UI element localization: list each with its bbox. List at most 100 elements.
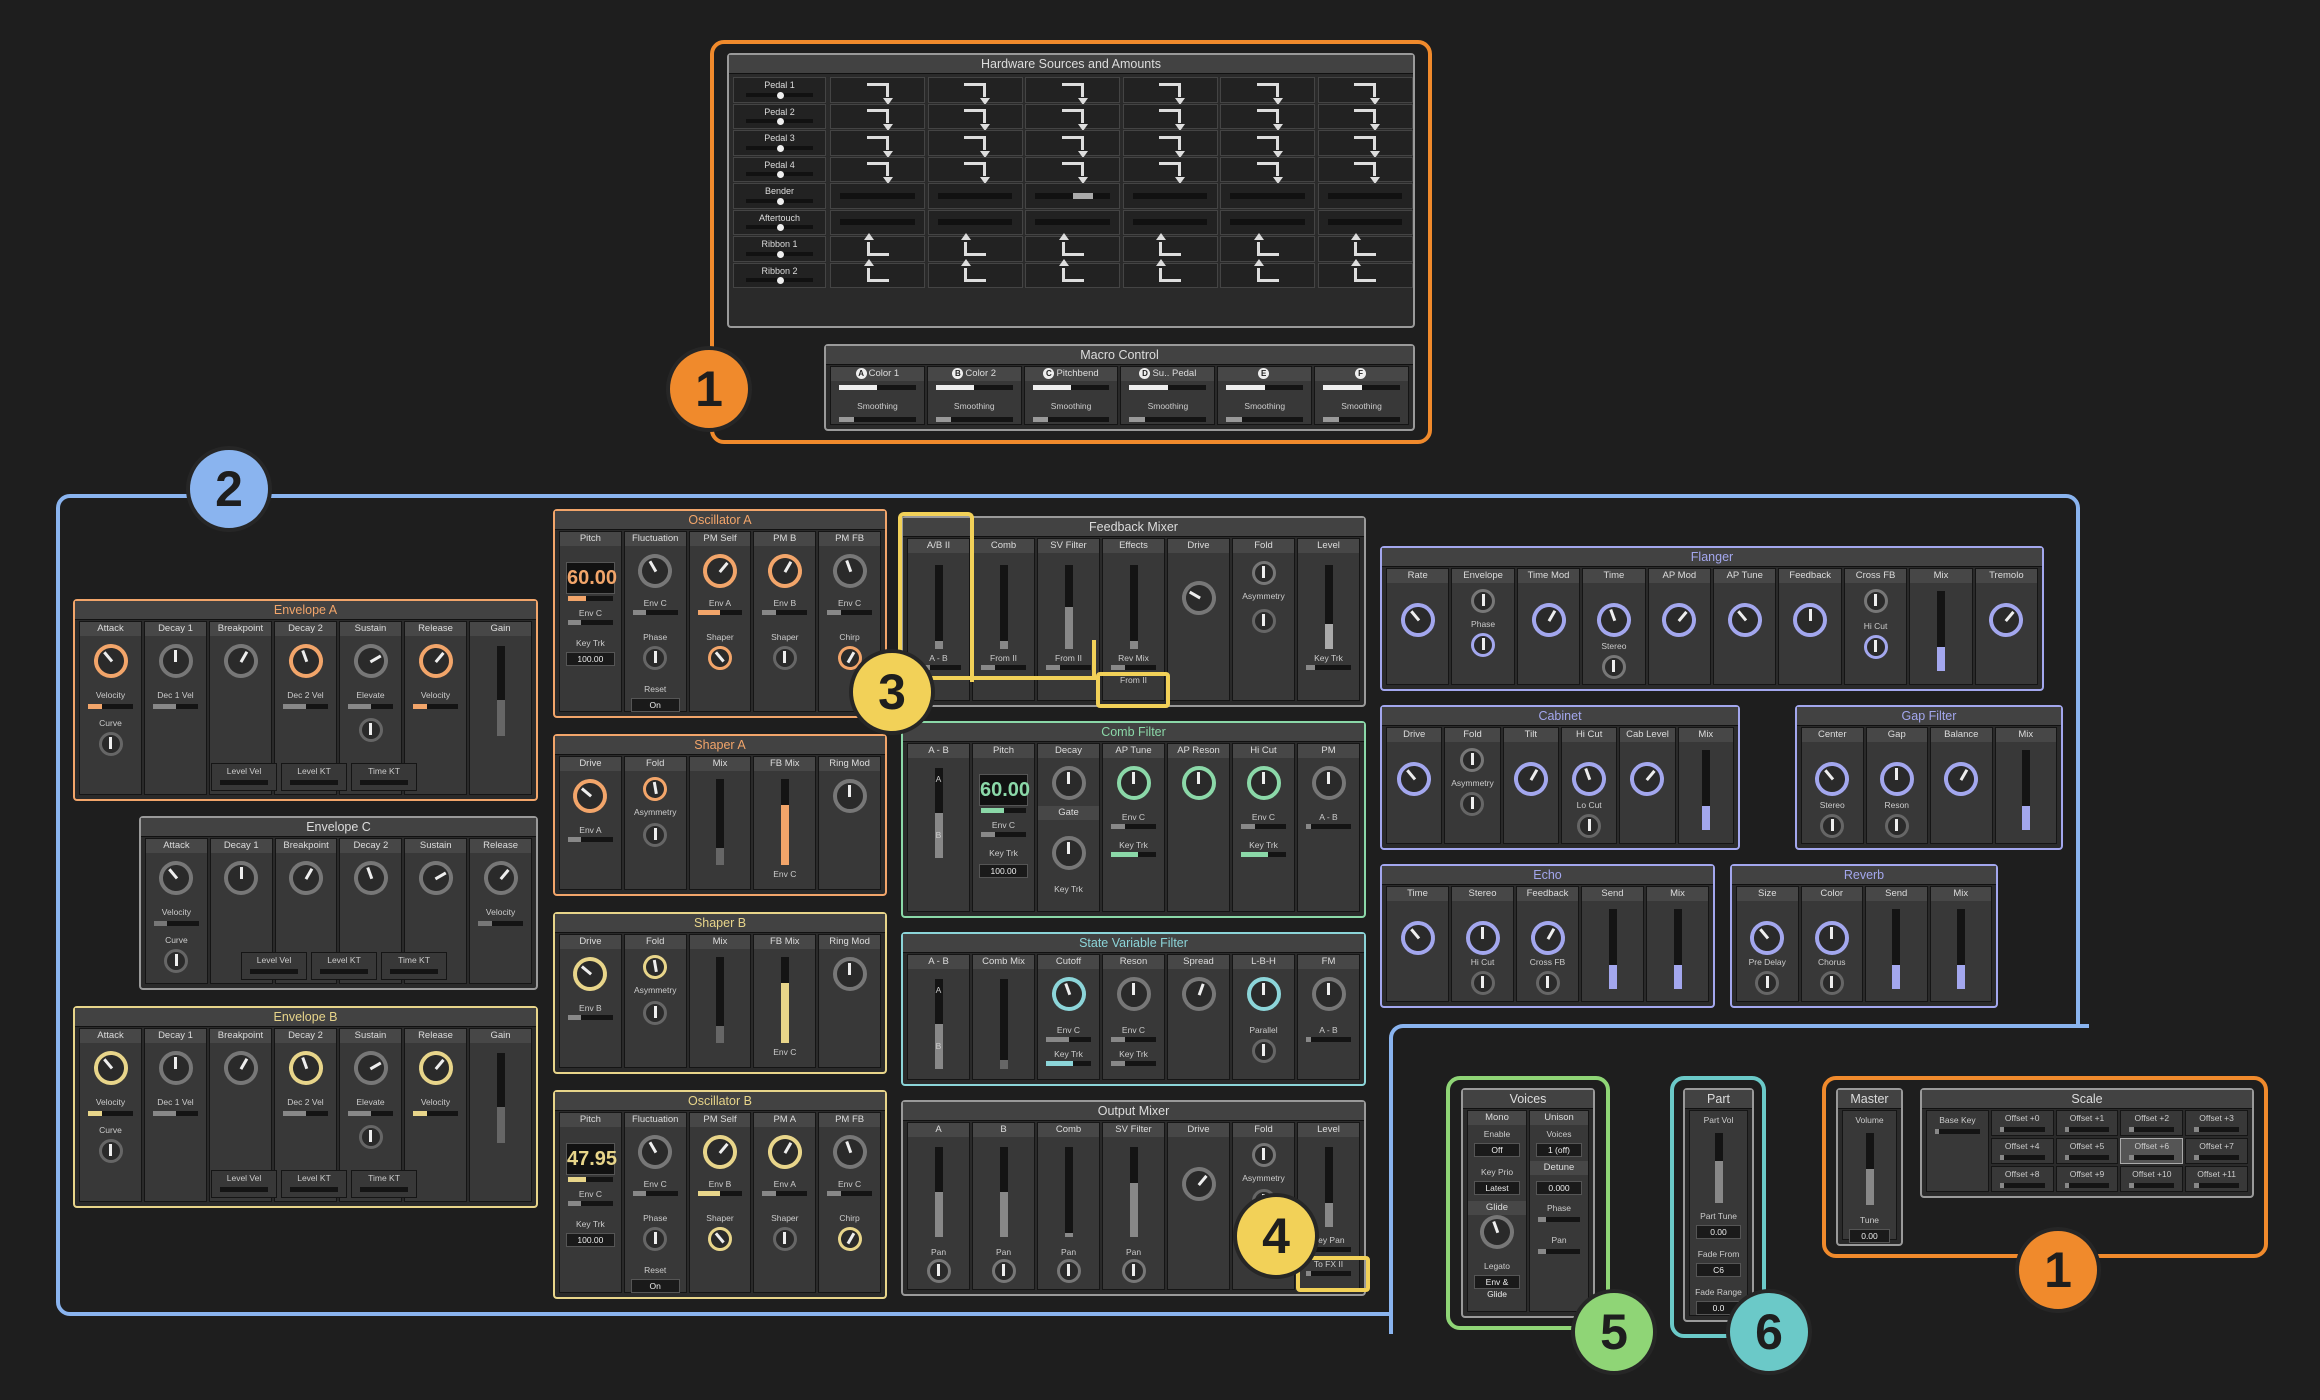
reset-value[interactable]: On bbox=[630, 1279, 680, 1293]
hw-amount-cell[interactable] bbox=[1025, 77, 1120, 105]
hw-source-ribbon-1[interactable]: Ribbon 1 bbox=[733, 236, 826, 262]
curve-knob[interactable] bbox=[98, 732, 123, 756]
pan-knob[interactable] bbox=[926, 1259, 951, 1283]
mix-fader[interactable] bbox=[715, 779, 724, 865]
pitch-readout[interactable]: 60.00 bbox=[979, 774, 1030, 806]
knob[interactable] bbox=[696, 547, 744, 595]
mix-fader[interactable] bbox=[1608, 909, 1617, 989]
hw-amount-cell[interactable] bbox=[1317, 130, 1413, 158]
offset-bar[interactable] bbox=[1999, 1127, 2045, 1132]
envelope-mod-level-vel[interactable]: Level Vel bbox=[241, 952, 307, 980]
asymmetry-knob[interactable] bbox=[643, 1001, 668, 1025]
scale-offset-4[interactable]: Offset +4 bbox=[1990, 1138, 2054, 1164]
hw-amount-cell[interactable] bbox=[927, 130, 1023, 158]
scale-offset-1[interactable]: Offset +1 bbox=[2055, 1110, 2119, 1136]
macro-d[interactable]: D Su.. Pedal Smoothing bbox=[1120, 366, 1216, 425]
hw-amount-cell[interactable] bbox=[927, 103, 1023, 132]
base-key-bar[interactable] bbox=[1935, 1129, 1980, 1134]
shaper-knob[interactable] bbox=[703, 1222, 737, 1256]
drive-knob[interactable] bbox=[1175, 574, 1222, 622]
hw-amount-cell[interactable] bbox=[1122, 259, 1218, 288]
small-knob[interactable] bbox=[1471, 589, 1496, 613]
modulation-amount[interactable] bbox=[348, 1111, 393, 1116]
knob[interactable] bbox=[1938, 755, 1985, 803]
pitch-bar[interactable] bbox=[981, 808, 1026, 813]
shaper-knob[interactable] bbox=[772, 646, 797, 670]
hw-source-pedal-3[interactable]: Pedal 3 bbox=[733, 130, 826, 156]
drive-knob[interactable] bbox=[566, 772, 615, 820]
knob[interactable] bbox=[1393, 914, 1442, 962]
knob[interactable] bbox=[1879, 762, 1914, 796]
envelope-mod-level-kt[interactable]: Level KT bbox=[311, 952, 377, 980]
hw-amount-cell[interactable] bbox=[1317, 259, 1413, 288]
modulation-amount[interactable] bbox=[283, 704, 328, 709]
pan-knob[interactable] bbox=[991, 1259, 1016, 1283]
fold-knob[interactable] bbox=[1251, 1143, 1276, 1167]
stereo-knob[interactable] bbox=[1820, 814, 1845, 838]
base-key[interactable]: Base Key bbox=[1926, 1110, 1989, 1192]
modulation-amount[interactable] bbox=[413, 704, 458, 709]
mix-fader[interactable] bbox=[2021, 750, 2030, 830]
hw-amount-cell[interactable] bbox=[1025, 209, 1120, 235]
comb-mix-fader[interactable] bbox=[999, 979, 1008, 1069]
knob[interactable] bbox=[1524, 914, 1571, 962]
knob[interactable] bbox=[1743, 914, 1792, 962]
hw-amount-cell[interactable] bbox=[1122, 77, 1218, 105]
key-trk-amount[interactable] bbox=[1306, 665, 1351, 670]
attack-knob[interactable] bbox=[86, 1044, 135, 1092]
smoothing-amount[interactable] bbox=[1226, 417, 1304, 422]
ring-mod-knob[interactable] bbox=[832, 957, 867, 991]
env-amount[interactable] bbox=[568, 837, 613, 842]
mix-fader[interactable] bbox=[1701, 750, 1710, 830]
env-c-amount[interactable] bbox=[1241, 824, 1286, 829]
hi-cut-knob[interactable] bbox=[1246, 766, 1281, 800]
phase-knob[interactable] bbox=[1471, 633, 1496, 657]
scale-offset-6[interactable]: Offset +6 bbox=[2120, 1138, 2184, 1164]
hw-source-pedal-4[interactable]: Pedal 4 bbox=[733, 156, 826, 182]
level-fader[interactable] bbox=[1324, 565, 1333, 649]
vertical-fader[interactable] bbox=[1064, 1147, 1073, 1237]
key-trk-value[interactable]: 100.00 bbox=[566, 1233, 615, 1247]
knob[interactable] bbox=[1808, 755, 1857, 803]
hw-amount-cell[interactable] bbox=[1317, 209, 1413, 235]
drive-knob[interactable] bbox=[566, 950, 615, 998]
macro-f[interactable]: F Smoothing bbox=[1314, 366, 1409, 425]
decay-2-knob[interactable] bbox=[349, 856, 393, 900]
pitch-bar[interactable] bbox=[568, 1177, 613, 1182]
vertical-fader[interactable] bbox=[934, 1147, 943, 1237]
sustain-knob[interactable] bbox=[412, 854, 459, 902]
hw-amount-cell[interactable] bbox=[830, 209, 925, 235]
macro-c[interactable]: C Pitchbend Smoothing bbox=[1023, 366, 1119, 425]
env-c-amount[interactable] bbox=[981, 832, 1026, 837]
vertical-fader[interactable] bbox=[999, 1147, 1008, 1237]
decay-knob[interactable] bbox=[1051, 766, 1086, 800]
gain-fader[interactable] bbox=[496, 646, 505, 736]
smoothing-amount[interactable] bbox=[1323, 417, 1400, 422]
hw-amount-cell[interactable] bbox=[830, 130, 925, 158]
mix-fader[interactable] bbox=[1956, 909, 1965, 989]
envelope-mod-level-vel[interactable]: Level Vel bbox=[211, 763, 277, 791]
spread-knob[interactable] bbox=[1176, 972, 1221, 1016]
knob[interactable] bbox=[1623, 755, 1672, 803]
hw-amount-cell[interactable] bbox=[1317, 77, 1413, 105]
voices-value[interactable]: 1 (off) bbox=[1536, 1143, 1582, 1157]
mix-fader[interactable] bbox=[1673, 909, 1682, 989]
smoothing-amount[interactable] bbox=[1129, 417, 1207, 422]
hw-amount-cell[interactable] bbox=[1122, 130, 1218, 158]
scale-offset-0[interactable]: Offset +0 bbox=[1990, 1110, 2054, 1136]
a-b-amount[interactable] bbox=[1306, 824, 1351, 829]
hw-amount-cell[interactable] bbox=[1220, 259, 1315, 288]
elevate-knob[interactable] bbox=[358, 718, 383, 742]
fold-knob[interactable] bbox=[1251, 561, 1276, 585]
scale-offset-11[interactable]: Offset +11 bbox=[2185, 1166, 2248, 1192]
l-b-h-knob[interactable] bbox=[1246, 977, 1281, 1011]
scale-offset-5[interactable]: Offset +5 bbox=[2055, 1138, 2119, 1164]
decay-2-knob[interactable] bbox=[283, 1046, 328, 1090]
glide-knob[interactable] bbox=[1475, 1210, 1519, 1254]
modulation-amount[interactable] bbox=[827, 1191, 872, 1196]
hw-amount-cell[interactable] bbox=[1317, 183, 1413, 209]
modulation-amount[interactable] bbox=[762, 610, 808, 615]
knob[interactable] bbox=[1525, 596, 1572, 644]
reset-value[interactable]: On bbox=[630, 698, 680, 712]
decay-1-knob[interactable] bbox=[158, 644, 193, 678]
